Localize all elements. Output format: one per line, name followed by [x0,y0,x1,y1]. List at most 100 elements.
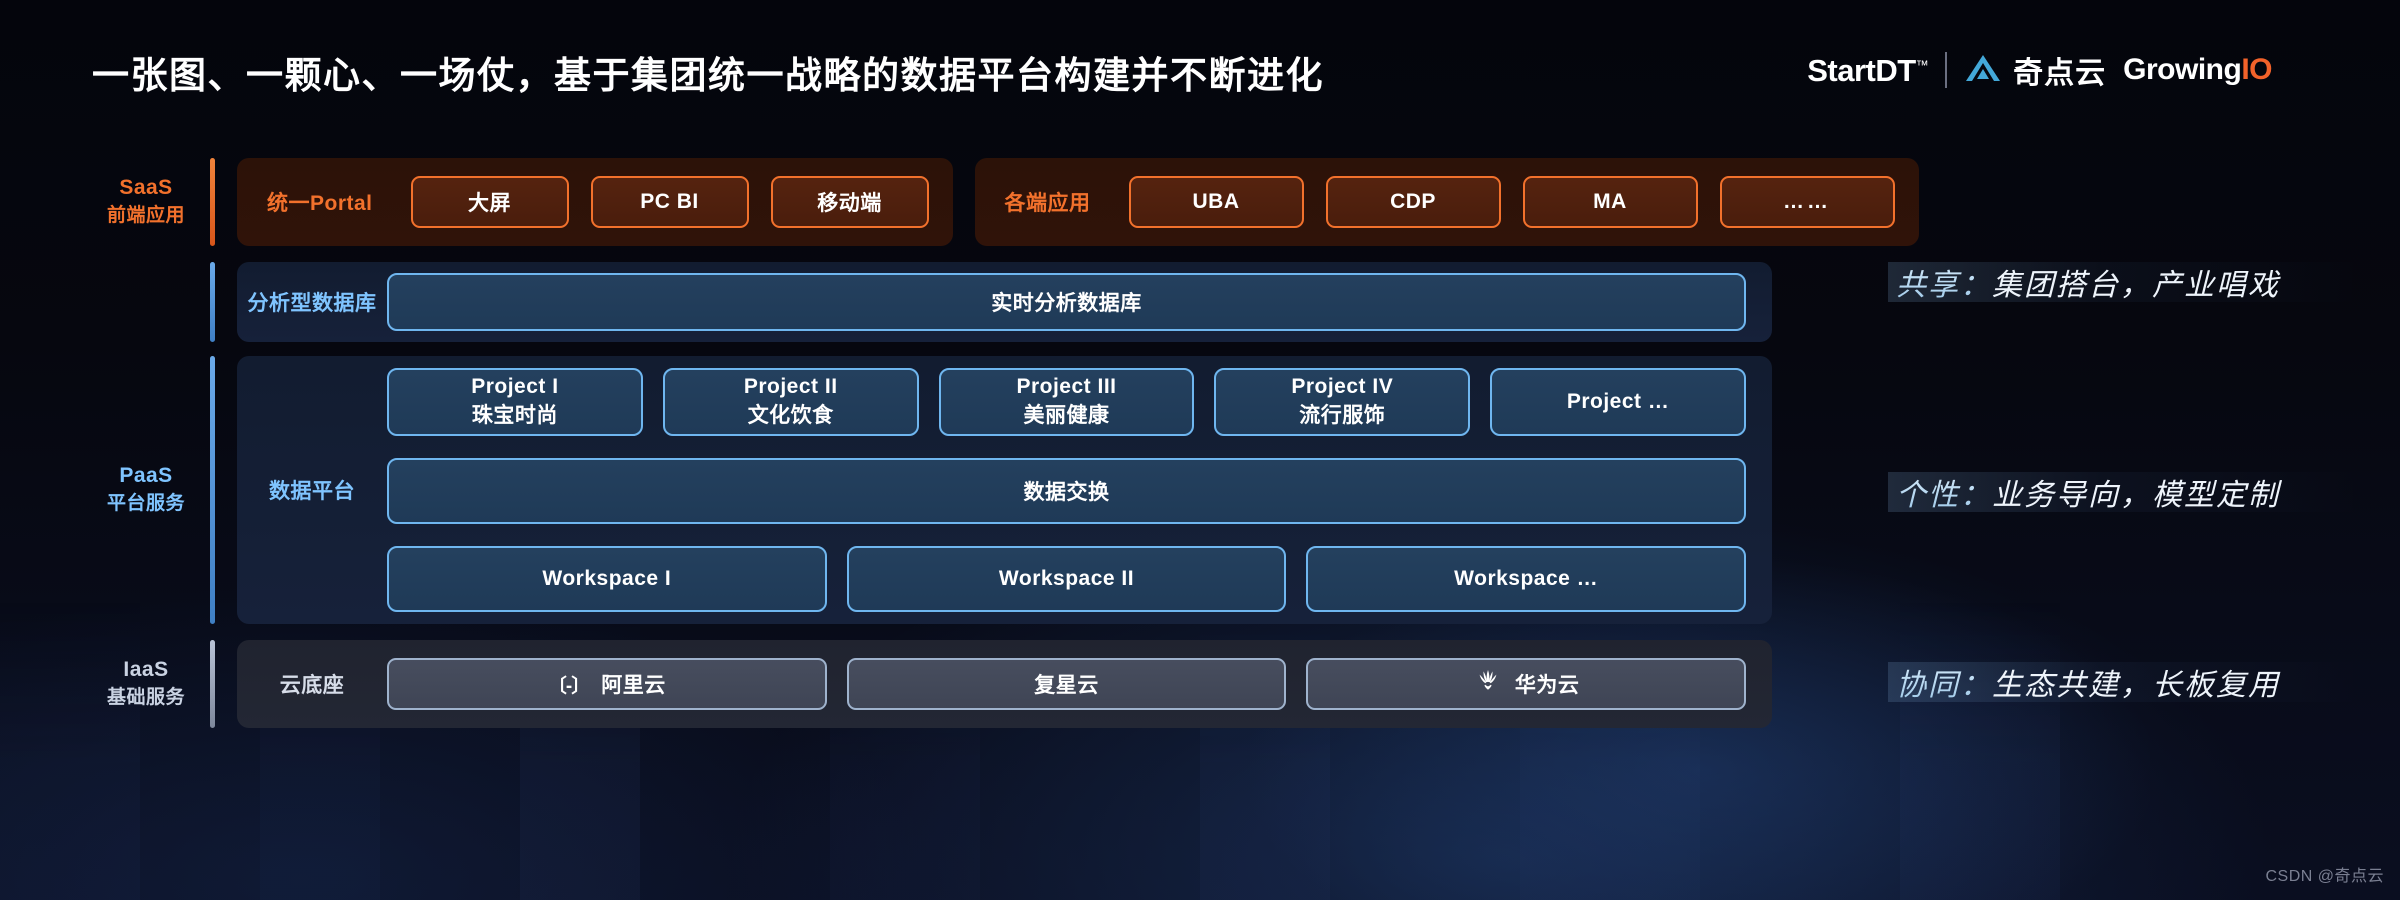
growingio-logo-io: IO [2241,53,2272,86]
project-card-sub: 美丽健康 [1023,404,1110,427]
project-card-name: Project III [1016,375,1117,399]
saas-group-portal: 统一Portal 大屏 PC BI 移动端 [237,158,953,246]
layer-label-saas-line1: SaaS [119,176,173,200]
project-card-3[interactable]: Project III 美丽健康 [938,368,1195,436]
project-card-4[interactable]: Project IV 流行服饰 [1214,368,1471,436]
cloud-card-aliyun[interactable]: 〔-〕 阿里云 [387,658,827,710]
analytics-db-panel: 分析型数据库 实时分析数据库 [237,262,1772,342]
analytics-db-title: 分析型数据库 [247,292,377,315]
layer-label-saas: SaaS 前端应用 [92,158,200,246]
annotation-share: 共享： 集团搭台，产业唱戏 [1888,262,2358,302]
layer-label-iaas: IaaS 基础服务 [92,640,200,728]
data-exchange-bar[interactable]: 数据交换 [387,458,1746,524]
project-row: Project I 珠宝时尚 Project II 文化饮食 Project I… [387,368,1746,436]
layer-body-iaas: 云底座 〔-〕 阿里云 复星云 华为云 [237,640,1772,728]
layer-body-analytics: 分析型数据库 实时分析数据库 [237,262,1772,342]
data-platform-content: Project I 珠宝时尚 Project II 文化饮食 Project I… [387,368,1772,612]
layer-label-iaas-line2: 基础服务 [106,687,185,709]
triangle-logo-icon [1964,52,2002,89]
layer-analytics-db: 分析型数据库 实时分析数据库 [92,262,1772,342]
project-card-name: Project I [471,375,559,399]
workspace-row: Workspace I Workspace II Workspace … [387,546,1747,612]
project-card-sub: 流行服饰 [1299,404,1386,427]
layer-body-paas: 数据平台 Project I 珠宝时尚 Project II 文化饮食 Proj… [237,356,1772,624]
saas-chip-more[interactable]: …… [1719,176,1895,228]
project-card-2[interactable]: Project II 文化饮食 [662,368,919,436]
header: 一张图、一颗心、一场仗，基于集团统一战略的数据平台构建并不断进化 StartDT… [0,0,2400,128]
layer-rail-iaas [210,640,215,728]
slide-canvas: 一张图、一颗心、一场仗，基于集团统一战略的数据平台构建并不断进化 StartDT… [0,0,2400,900]
project-card-5[interactable]: Project … [1490,368,1746,436]
cloud-base-title: 云底座 [279,674,345,697]
annotation-text: 业务导向，模型定制 [1992,479,2280,512]
cloud-card-label: 华为云 [1514,674,1580,697]
saas-group-title: 统一Portal [267,192,373,215]
startdt-logo-text: StartDT [1807,52,1916,88]
saas-group-title: 各端应用 [1004,192,1091,215]
project-card-sub: 文化饮食 [747,404,834,427]
saas-group-apps: 各端应用 UBA CDP MA …… [974,158,1919,246]
analytics-db-content: 实时分析数据库 [387,273,1772,331]
brand-bar: StartDT™ 奇点云 GrowingIO [1807,48,2272,92]
workspace-card-1[interactable]: Workspace I [387,546,827,612]
cloud-card-huawei[interactable]: 华为云 [1306,658,1747,710]
project-card-name: Project … [1566,390,1670,413]
huawei-cloud-icon [1473,668,1503,700]
saas-chip-cdp[interactable]: CDP [1325,176,1501,228]
workspace-card-3[interactable]: Workspace … [1306,546,1747,612]
architecture-diagram: SaaS 前端应用 统一Portal 大屏 PC BI 移动端 各端应用 UBA… [92,158,1919,728]
analytics-db-bar[interactable]: 实时分析数据库 [387,273,1746,331]
annotation-text: 集团搭台，产业唱戏 [1992,269,2280,302]
cloud-base-panel: 云底座 〔-〕 阿里云 复星云 华为云 [237,640,1772,728]
layer-label-saas-line2: 前端应用 [106,205,185,227]
annotation-key: 协同： [1896,660,1992,704]
layer-paas: PaaS 平台服务 数据平台 Project I 珠宝时尚 Project II… [92,356,1772,624]
layer-iaas: IaaS 基础服务 云底座 〔-〕 阿里云 复星云 华为云 [92,640,1772,728]
trademark-icon: ™ [1915,57,1929,73]
project-card-name: Project IV [1291,375,1394,399]
annotation-key: 个性： [1896,470,1992,514]
qidianyun-logo: 奇点云 [1964,48,2106,92]
saas-chip-pcbi[interactable]: PC BI [590,176,749,228]
layer-label-paas-line1: PaaS [119,464,173,488]
saas-chip-daping[interactable]: 大屏 [410,176,569,228]
project-card-name: Project II [743,375,838,399]
cloud-card-label: 复星云 [1034,674,1099,697]
annotation-collaboration: 协同： 生态共建，长板复用 [1888,662,2358,702]
layer-label-paas-line2: 平台服务 [106,493,185,515]
brand-divider [1945,52,1948,88]
cloud-base-content: 〔-〕 阿里云 复星云 华为云 [387,658,1772,710]
saas-chip-uba[interactable]: UBA [1128,176,1304,228]
cloud-card-fosun[interactable]: 复星云 [846,658,1287,710]
startdt-logo: StartDT™ [1807,55,1928,86]
cloud-card-label: 阿里云 [601,674,666,697]
alibaba-cloud-icon: 〔-〕 [547,675,590,697]
layer-label-iaas-line1: IaaS [123,658,169,682]
data-platform-title: 数据平台 [269,480,355,503]
project-card-1[interactable]: Project I 珠宝时尚 [387,368,643,436]
growingio-logo: GrowingIO [2123,53,2272,87]
saas-chip-mobile[interactable]: 移动端 [770,176,929,228]
layer-rail-saas [210,158,215,246]
layer-saas: SaaS 前端应用 统一Portal 大屏 PC BI 移动端 各端应用 UBA… [92,158,1919,246]
qidianyun-logo-text: 奇点云 [2013,57,2107,90]
layer-body-saas: 统一Portal 大屏 PC BI 移动端 各端应用 UBA CDP MA …… [237,158,1919,246]
data-platform-panel: 数据平台 Project I 珠宝时尚 Project II 文化饮食 Proj… [237,356,1772,624]
saas-chip-ma[interactable]: MA [1522,176,1698,228]
watermark: CSDN @奇点云 [2265,868,2384,885]
layer-label-paas: PaaS 平台服务 [92,356,200,624]
project-card-sub: 珠宝时尚 [471,404,558,427]
workspace-card-2[interactable]: Workspace II [846,546,1287,612]
annotation-personalization: 个性： 业务导向，模型定制 [1888,472,2358,512]
annotation-key: 共享： [1896,260,1992,304]
annotation-text: 生态共建，长板复用 [1992,669,2280,702]
layer-label-spacer-top [92,262,200,342]
layer-rail-paas [210,356,215,624]
page-title: 一张图、一颗心、一场仗，基于集团统一战略的数据平台构建并不断进化 [92,55,1324,96]
growingio-logo-text: Growing [2123,53,2242,86]
layer-rail-paas-top [210,262,215,342]
